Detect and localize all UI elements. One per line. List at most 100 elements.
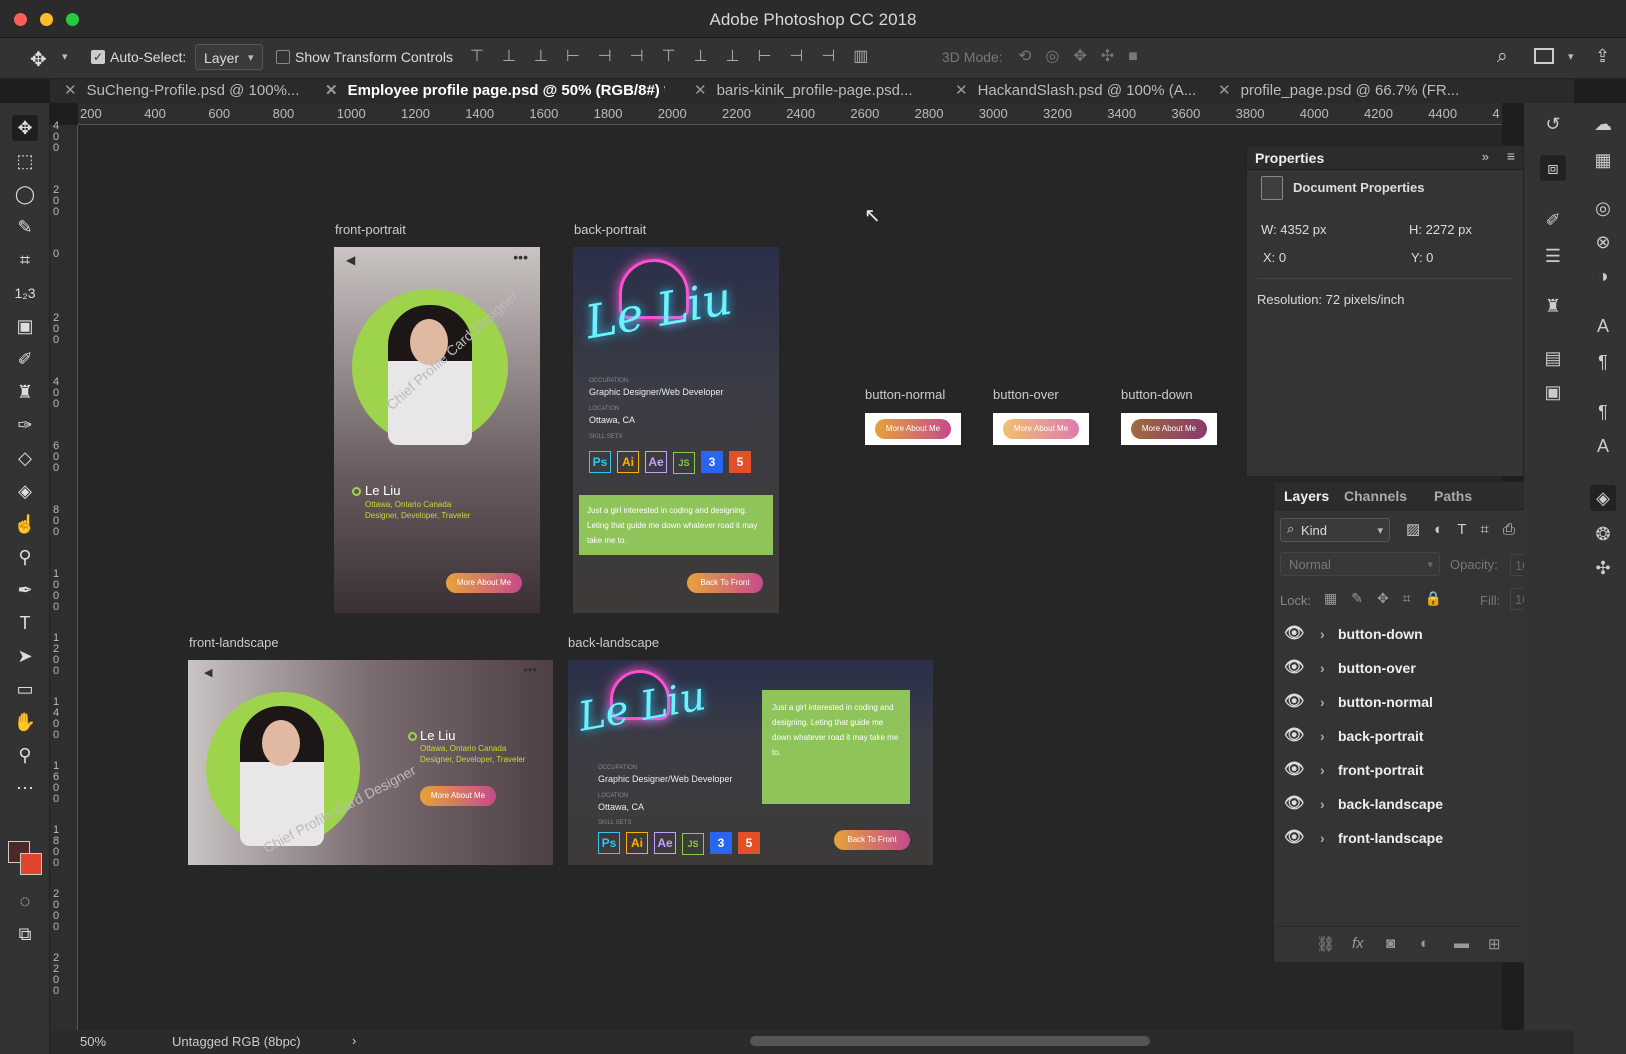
chevron-right-icon[interactable]: ›: [352, 1033, 356, 1048]
quick-mask-icon[interactable]: ◌: [12, 888, 38, 914]
channels-icon[interactable]: ❂: [1590, 521, 1616, 547]
quick-select-tool-icon[interactable]: ✎: [12, 214, 38, 240]
layers-icon[interactable]: ◈: [1590, 485, 1616, 511]
collapse-icon[interactable]: »: [1482, 149, 1489, 164]
lightbulb-icon[interactable]: ◎: [1590, 195, 1616, 221]
character-icon[interactable]: A: [1590, 313, 1616, 339]
layer-row[interactable]: 👁 › front-landscape: [1284, 824, 1564, 852]
history-icon[interactable]: ↺: [1540, 111, 1566, 137]
adjustments-icon[interactable]: ☰: [1540, 243, 1566, 269]
search-icon[interactable]: ⌕: [1497, 46, 1508, 68]
tab-hackandslash[interactable]: ✕ HackandSlash.psd @ 100% (A...: [955, 79, 1195, 103]
auto-select-dropdown[interactable]: Layer ▾: [195, 44, 263, 70]
auto-select-checkbox[interactable]: ✓: [91, 50, 105, 64]
tab-employee-profile[interactable]: ✕ Employee profile page.psd @ 50% (RGB/8#…: [325, 79, 665, 103]
brush-tool-icon[interactable]: ✐: [12, 346, 38, 372]
move-tool-icon[interactable]: ✥: [12, 115, 38, 141]
artboard-back-portrait[interactable]: Le Liu OCCUPATION Graphic Designer/Web D…: [573, 247, 779, 613]
eye-icon[interactable]: 👁: [1284, 654, 1304, 682]
paragraph-icon[interactable]: ¶: [1590, 349, 1616, 375]
close-icon[interactable]: ✕: [64, 82, 77, 99]
close-icon[interactable]: ✕: [955, 82, 968, 99]
tab-sucheng-profile[interactable]: ✕ SuCheng-Profile.psd @ 100%...: [64, 79, 314, 103]
cloud-icon[interactable]: ☁: [1590, 111, 1616, 137]
artboard-button-down[interactable]: More About Me: [1121, 413, 1217, 445]
frame-tool-icon[interactable]: ▣: [12, 313, 38, 339]
paths-icon[interactable]: ✣: [1590, 555, 1616, 581]
eye-icon[interactable]: 👁: [1284, 688, 1304, 716]
share-icon[interactable]: ⇪: [1595, 46, 1610, 67]
back-to-front-button[interactable]: Back To Front: [687, 573, 763, 593]
chevron-right-icon[interactable]: ›: [1320, 824, 1325, 852]
stamp-tool-icon[interactable]: ♜: [12, 379, 38, 405]
layer-row[interactable]: 👁 › front-portrait: [1284, 756, 1564, 784]
character-style-icon[interactable]: A: [1590, 433, 1616, 459]
show-transform-checkbox[interactable]: [276, 50, 290, 64]
close-icon[interactable]: ✕: [1218, 82, 1231, 99]
new-layer-icon[interactable]: ⊞: [1488, 935, 1501, 953]
marquee-tool-icon[interactable]: ⬚: [12, 148, 38, 174]
horizontal-ruler[interactable]: 200 400 600 800 1000 1200 1400 1600 1800 2000 2200…: [78, 103, 1502, 125]
paragraph-style-icon[interactable]: ¶: [1590, 399, 1616, 425]
artboard-front-portrait[interactable]: ◀ ••• Chief Profile Card Designer Le Liu…: [334, 247, 540, 613]
dodge-tool-icon[interactable]: ⚲: [12, 544, 38, 570]
artboard-button-over[interactable]: More About Me: [993, 413, 1089, 445]
path-select-icon[interactable]: ➤: [12, 643, 38, 669]
eye-icon[interactable]: 👁: [1284, 620, 1304, 648]
eye-icon[interactable]: 👁: [1284, 722, 1304, 750]
eye-icon[interactable]: 👁: [1284, 824, 1304, 852]
close-icon[interactable]: ✕: [694, 82, 707, 99]
panel-menu-icon[interactable]: ≡: [1507, 148, 1515, 164]
eye-icon[interactable]: 👁: [1284, 756, 1304, 784]
pen-tool-icon[interactable]: ✒: [12, 577, 38, 603]
chevron-down-icon[interactable]: ▾: [62, 50, 68, 63]
properties-title[interactable]: Properties: [1255, 150, 1324, 166]
chevron-right-icon[interactable]: ›: [1320, 654, 1325, 682]
horizontal-scrollbar[interactable]: [750, 1036, 1150, 1046]
layer-row[interactable]: 👁 › back-portrait: [1284, 722, 1564, 750]
color-icon[interactable]: ◑: [1590, 263, 1616, 289]
notes-icon[interactable]: ▤: [1540, 345, 1566, 371]
close-icon[interactable]: ✕: [325, 82, 338, 99]
link-icon[interactable]: ⛓: [1316, 935, 1335, 953]
lock-icons[interactable]: ▦✎✥⌗🔒: [1324, 590, 1456, 607]
blend-mode-dropdown[interactable]: Normal ▾: [1280, 552, 1440, 576]
fx-icon[interactable]: fx: [1352, 935, 1364, 952]
layer-row[interactable]: 👁 › button-over: [1284, 654, 1564, 682]
layer-filter-icons[interactable]: ▨◐T⌗⎙: [1406, 520, 1529, 538]
prop-y[interactable]: Y: 0: [1411, 250, 1433, 265]
layer-row[interactable]: 👁 › button-down: [1284, 620, 1564, 648]
prop-width[interactable]: W: 4352 px: [1261, 222, 1327, 237]
screen-mode-icon[interactable]: ⧉: [12, 921, 38, 947]
eraser-tool-icon[interactable]: ◇: [12, 445, 38, 471]
workspace-icon[interactable]: [1534, 48, 1554, 64]
artboard-back-landscape[interactable]: Le Liu OCCUPATION Graphic Designer/Web D…: [568, 660, 933, 865]
tab-layers[interactable]: Layers: [1284, 488, 1329, 504]
folder-icon[interactable]: ▬: [1454, 935, 1469, 952]
zoom-tool-icon[interactable]: ⚲: [12, 742, 38, 768]
chevron-right-icon[interactable]: ›: [1320, 722, 1325, 750]
chevron-down-icon[interactable]: ▾: [1568, 50, 1574, 63]
3d-icon[interactable]: ⧈: [1540, 155, 1566, 181]
actions-icon[interactable]: ▣: [1540, 379, 1566, 405]
tab-paths[interactable]: Paths: [1434, 488, 1472, 504]
zoom-level[interactable]: 50%: [80, 1034, 106, 1049]
back-to-front-button[interactable]: Back To Front: [834, 830, 910, 850]
more-about-me-button[interactable]: More About Me: [446, 573, 522, 593]
history-brush-icon[interactable]: ✑: [12, 412, 38, 438]
background-color-swatch[interactable]: [20, 853, 42, 875]
count-tool-icon[interactable]: 1₂3: [12, 280, 38, 306]
smudge-tool-icon[interactable]: ☝: [12, 511, 38, 537]
chevron-right-icon[interactable]: ›: [1320, 620, 1325, 648]
creative-cloud-icon[interactable]: ⊗: [1590, 229, 1616, 255]
hand-tool-icon[interactable]: ✋: [12, 709, 38, 735]
type-tool-icon[interactable]: T: [12, 610, 38, 636]
tab-channels[interactable]: Channels: [1344, 488, 1407, 504]
lasso-tool-icon[interactable]: ◯: [12, 181, 38, 207]
mask-icon[interactable]: ◙: [1386, 935, 1395, 952]
chevron-right-icon[interactable]: ›: [1320, 790, 1325, 818]
rectangle-tool-icon[interactable]: ▭: [12, 676, 38, 702]
layer-row[interactable]: 👁 › back-landscape: [1284, 790, 1564, 818]
adjustment-icon[interactable]: ◐: [1420, 935, 1429, 952]
clone-source-icon[interactable]: ♜: [1540, 293, 1566, 319]
